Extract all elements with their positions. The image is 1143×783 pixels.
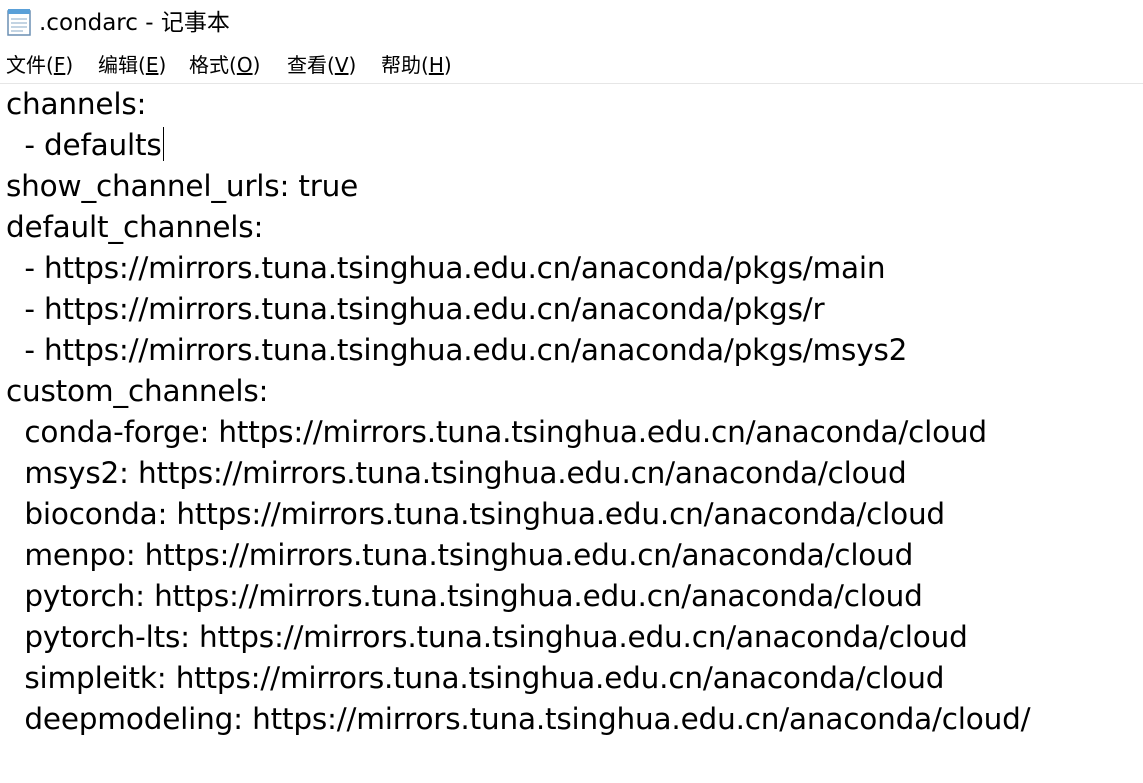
text-editor[interactable]: channels: - defaults show_channel_urls: … [0, 84, 1143, 783]
editor-line-with-caret: - defaults [6, 125, 164, 166]
editor-line: deepmodeling: https://mirrors.tuna.tsing… [6, 702, 1031, 736]
title-bar[interactable]: .condarc - 记事本 [0, 0, 1143, 46]
editor-line: conda-forge: https://mirrors.tuna.tsingh… [6, 415, 987, 449]
menu-view-suffix: ) [348, 53, 357, 77]
menu-help-label: 帮助( [381, 53, 429, 77]
text-caret [162, 127, 164, 161]
menu-file-accesskey: F [53, 53, 66, 77]
editor-line: - https://mirrors.tuna.tsinghua.edu.cn/a… [6, 251, 886, 285]
editor-line: - https://mirrors.tuna.tsinghua.edu.cn/a… [6, 333, 908, 367]
menu-edit-label: 编辑( [98, 53, 146, 77]
notepad-window: .condarc - 记事本 文件(F) 编辑(E) 格式(O) 查看(V) 帮… [0, 0, 1143, 783]
menu-view[interactable]: 查看(V) [287, 50, 356, 80]
menu-view-label: 查看( [287, 53, 335, 77]
menu-help-accesskey: H [428, 53, 444, 77]
menu-file-suffix: ) [65, 53, 74, 77]
editor-line: simpleitk: https://mirrors.tuna.tsinghua… [6, 661, 945, 695]
menu-edit-accesskey: E [145, 53, 159, 77]
editor-line: channels: [6, 87, 147, 121]
editor-line: pytorch-lts: https://mirrors.tuna.tsingh… [6, 620, 968, 654]
editor-line: custom_channels: [6, 374, 269, 408]
window-title: .condarc - 记事本 [39, 10, 230, 36]
menu-file-label: 文件( [6, 53, 54, 77]
menu-help[interactable]: 帮助(H) [381, 50, 452, 80]
editor-line: bioconda: https://mirrors.tuna.tsinghua.… [6, 497, 945, 531]
editor-line: msys2: https://mirrors.tuna.tsinghua.edu… [6, 456, 907, 490]
editor-line: show_channel_urls: true [6, 169, 359, 203]
editor-line: pytorch: https://mirrors.tuna.tsinghua.e… [6, 579, 923, 613]
menu-edit-suffix: ) [158, 53, 167, 77]
menu-edit[interactable]: 编辑(E) [98, 50, 166, 80]
menu-view-accesskey: V [334, 53, 349, 77]
menu-format-label: 格式( [189, 53, 237, 77]
menu-format-suffix: ) [252, 53, 261, 77]
notepad-icon [5, 8, 35, 36]
menu-help-suffix: ) [443, 53, 452, 77]
editor-line-text: - defaults [6, 128, 162, 162]
menu-file[interactable]: 文件(F) [6, 50, 73, 80]
menu-format-accesskey: O [236, 53, 253, 77]
menu-bar: 文件(F) 编辑(E) 格式(O) 查看(V) 帮助(H) [0, 47, 1143, 84]
editor-line: menpo: https://mirrors.tuna.tsinghua.edu… [6, 538, 914, 572]
menu-format[interactable]: 格式(O) [189, 50, 260, 80]
editor-line: default_channels: [6, 210, 264, 244]
editor-line: - https://mirrors.tuna.tsinghua.edu.cn/a… [6, 292, 825, 326]
